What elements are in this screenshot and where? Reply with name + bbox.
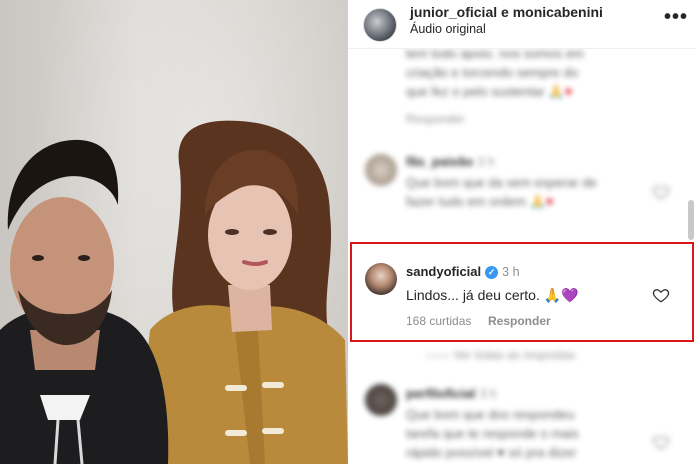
more-horizontal-icon[interactable]: ••• [664, 6, 688, 29]
heart-outline-icon[interactable] [652, 433, 670, 451]
comment-username[interactable]: fãs_paixão 3 h [406, 154, 495, 169]
verified-badge-icon: ✓ [485, 266, 499, 279]
reply-button[interactable]: Responder [406, 112, 465, 126]
video-people [0, 120, 348, 464]
comment-text-line: rápido possível ♥ só pra dizer [406, 445, 577, 460]
commenter-avatar[interactable] [365, 384, 397, 416]
scrollbar[interactable] [688, 200, 694, 240]
comment-text-line: criação e torcendo sempre do [406, 65, 578, 80]
comment-text-line: tarefa que te responde o mais [406, 426, 579, 441]
comment-username[interactable]: perfiloficial 3 h [406, 386, 497, 401]
commenter-avatar[interactable] [365, 263, 397, 295]
heart-outline-icon[interactable] [652, 286, 670, 304]
view-replies-toggle[interactable]: —— Ver todas as respostas [348, 346, 696, 366]
comment-blurred: tem todo apoio. nos somos em criação e t… [348, 40, 696, 130]
comment-text: Lindos... já deu certo. 🙏💜 [406, 287, 579, 303]
comment-text-line: Que bom que da sem esperar de [406, 175, 597, 190]
like-count[interactable]: 168 curtidas [406, 314, 471, 328]
comment-text-line: Que bom que dos respondeu [406, 407, 575, 422]
post-header: junior_oficial e monicabenini Áudio orig… [348, 0, 696, 49]
comment-blurred: perfiloficial 3 h Que bom que dos respond… [348, 378, 696, 464]
comment-blurred: fãs_paixão 3 h Que bom que da sem esperar… [348, 148, 696, 228]
reply-button[interactable]: Responder [488, 314, 551, 328]
folded-hands-icon: 🙏 [543, 287, 562, 303]
comment-text-line: que fez o pelo sustentar 🙏♥ [406, 84, 573, 99]
audio-label[interactable]: Áudio original [410, 22, 486, 36]
view-replies-label: —— Ver todas as respostas [426, 348, 576, 362]
video-frame[interactable] [0, 0, 348, 464]
post-authors[interactable]: junior_oficial e monicabenini [410, 4, 603, 20]
comment-username[interactable]: sandyoficial ✓ 3 h [406, 264, 520, 279]
comment-highlighted: sandyoficial ✓ 3 h Lindos... já deu certo.… [348, 258, 696, 338]
purple-heart-icon: 💜 [561, 287, 579, 303]
author-avatar[interactable] [363, 8, 397, 42]
comments-panel: junior_oficial e monicabenini Áudio orig… [348, 0, 696, 464]
heart-outline-icon[interactable] [652, 183, 670, 201]
commenter-avatar[interactable] [365, 154, 397, 186]
comment-text-line: fazer tudo em ordem 🙏♥ [406, 194, 554, 209]
